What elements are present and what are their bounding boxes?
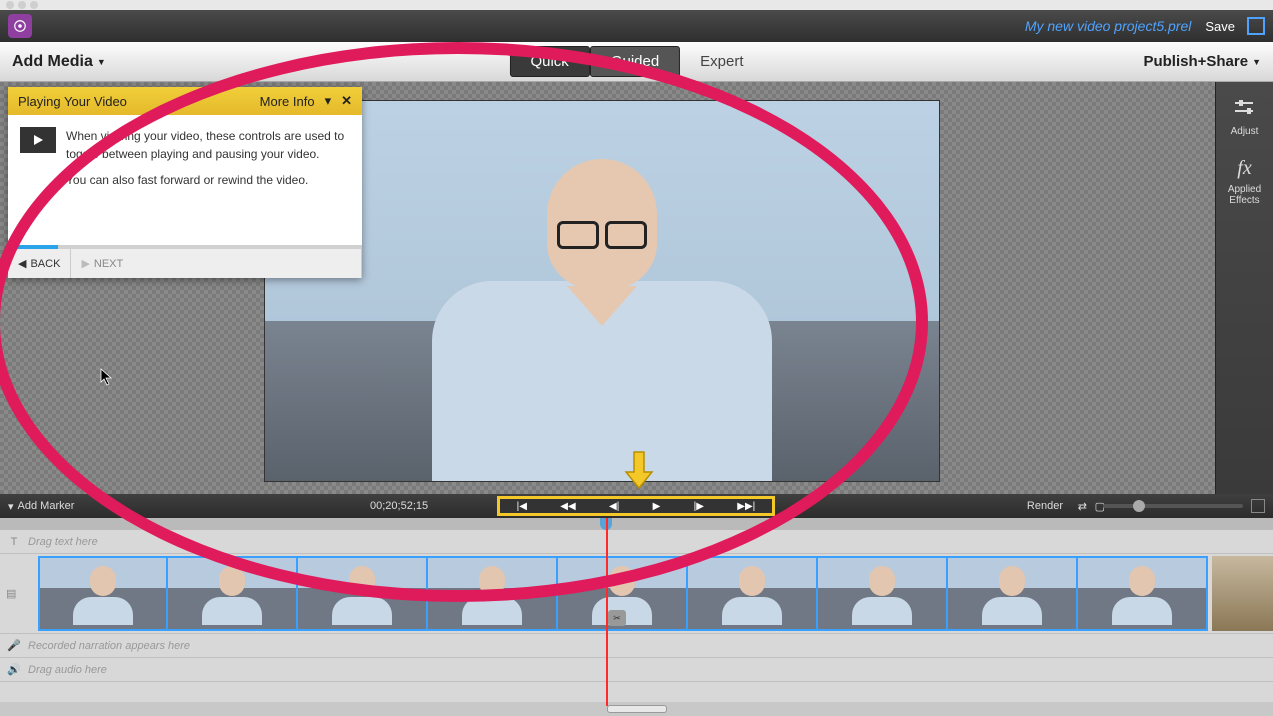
- timeline-ruler[interactable]: [0, 518, 1273, 530]
- video-clip[interactable]: [688, 556, 818, 631]
- help-back-button[interactable]: ◀ BACK: [8, 249, 71, 278]
- zoom-slider[interactable]: [1103, 504, 1243, 508]
- timeline-scrollbar[interactable]: [0, 702, 1273, 716]
- video-clip-row: [38, 556, 1273, 631]
- video-track[interactable]: ▤: [0, 554, 1273, 634]
- app-topbar: My new video project5.prel Save: [0, 10, 1273, 42]
- fx-icon: fx: [1237, 157, 1251, 180]
- app-logo-icon: [8, 14, 32, 38]
- help-title: Playing Your Video: [18, 94, 127, 109]
- video-clip[interactable]: [818, 556, 948, 631]
- close-icon[interactable]: ✕: [341, 93, 352, 109]
- adjust-button[interactable]: Adjust: [1231, 98, 1259, 137]
- triangle-left-icon: ◀: [18, 257, 26, 270]
- workspace: Adjust fx Applied Effects Playing Your V…: [0, 82, 1273, 494]
- mouse-cursor-icon: [100, 368, 114, 389]
- triangle-right-icon: ▶: [81, 257, 89, 270]
- add-media-label: Add Media: [12, 53, 93, 71]
- sliders-icon: [1233, 98, 1255, 122]
- video-clip[interactable]: [1078, 556, 1208, 631]
- play-icon: [20, 127, 56, 153]
- mac-min-dot[interactable]: [18, 1, 26, 9]
- zoom-knob[interactable]: [1133, 500, 1145, 512]
- video-clip[interactable]: [428, 556, 558, 631]
- caret-down-icon: ▼: [97, 57, 106, 67]
- audio-track[interactable]: 🔊 Drag audio here: [0, 658, 1273, 682]
- marker-icon: ▾: [8, 500, 14, 513]
- applied-effects-label: Applied Effects: [1228, 184, 1261, 206]
- video-clip[interactable]: [1212, 556, 1273, 631]
- timeline: ✂ T Drag text here ▤ 🎤 Recorded narratio…: [0, 518, 1273, 716]
- publish-label: Publish+Share: [1143, 53, 1248, 70]
- mac-titlebar: [0, 0, 1273, 10]
- render-button[interactable]: Render: [1027, 500, 1063, 512]
- playback-controls: |◀ ◀◀ ◀| ▶ |▶ ▶▶|: [497, 496, 775, 516]
- text-track[interactable]: T Drag text here: [0, 530, 1273, 554]
- fullscreen-icon[interactable]: [1247, 17, 1265, 35]
- speaker-icon: 🔊: [6, 663, 22, 676]
- scrollbar-thumb[interactable]: [607, 705, 667, 713]
- video-clip[interactable]: [38, 556, 168, 631]
- step-back-button[interactable]: ◀|: [601, 501, 627, 512]
- right-panel: Adjust fx Applied Effects: [1215, 82, 1273, 494]
- rewind-button[interactable]: ◀◀: [552, 501, 583, 512]
- help-body-text: When viewing your video, these controls …: [66, 127, 350, 233]
- fit-timeline-button[interactable]: [1251, 499, 1265, 513]
- add-media-button[interactable]: Add Media ▼: [0, 53, 118, 71]
- mac-max-dot[interactable]: [30, 1, 38, 9]
- goto-start-button[interactable]: |◀: [509, 501, 535, 512]
- project-filename: My new video project5.prel: [1025, 18, 1192, 34]
- mic-icon: 🎤: [6, 639, 22, 652]
- add-marker-button[interactable]: ▾ Add Marker: [8, 500, 74, 513]
- mode-expert-tab[interactable]: Expert: [680, 47, 763, 76]
- publish-share-button[interactable]: Publish+Share ▼: [1143, 53, 1261, 70]
- play-button[interactable]: ▶: [645, 501, 669, 512]
- narration-track-placeholder: Recorded narration appears here: [28, 640, 190, 652]
- step-forward-button[interactable]: |▶: [686, 501, 712, 512]
- timecode-display[interactable]: 00;20;52;15: [370, 500, 428, 512]
- control-bar: ▾ Add Marker 00;20;52;15 |◀ ◀◀ ◀| ▶ |▶ ▶…: [0, 494, 1273, 518]
- fast-forward-button[interactable]: ▶▶|: [729, 501, 763, 512]
- text-track-icon: T: [6, 536, 22, 548]
- mac-close-dot[interactable]: [6, 1, 14, 9]
- help-header: Playing Your Video More Info ▾ ✕: [8, 87, 362, 115]
- scissors-icon[interactable]: ✂: [608, 610, 626, 626]
- help-nav: ◀ BACK ▶ NEXT: [8, 249, 362, 278]
- applied-effects-button[interactable]: fx Applied Effects: [1228, 157, 1261, 206]
- video-track-icon: ▤: [6, 587, 16, 600]
- help-more-info-link[interactable]: More Info: [260, 94, 315, 109]
- caret-down-icon: ▼: [1252, 57, 1261, 67]
- mode-guided-tab[interactable]: Guided: [590, 46, 680, 77]
- bookmark-icon[interactable]: ▾: [325, 93, 332, 109]
- video-clip[interactable]: [168, 556, 298, 631]
- video-clip[interactable]: [298, 556, 428, 631]
- video-preview[interactable]: [264, 100, 940, 482]
- save-button[interactable]: Save: [1205, 19, 1235, 34]
- text-track-placeholder: Drag text here: [28, 536, 98, 548]
- loop-icon[interactable]: ⇄: [1078, 500, 1087, 513]
- narration-track[interactable]: 🎤 Recorded narration appears here: [0, 634, 1273, 658]
- guided-help-popup: Playing Your Video More Info ▾ ✕ When vi…: [8, 87, 362, 278]
- audio-track-placeholder: Drag audio here: [28, 664, 107, 676]
- help-next-button[interactable]: ▶ NEXT: [71, 249, 362, 278]
- mode-quick-tab[interactable]: Quick: [509, 46, 589, 77]
- mode-bar: Add Media ▼ Quick Guided Expert Publish+…: [0, 42, 1273, 82]
- adjust-label: Adjust: [1231, 126, 1259, 137]
- video-clip[interactable]: [948, 556, 1078, 631]
